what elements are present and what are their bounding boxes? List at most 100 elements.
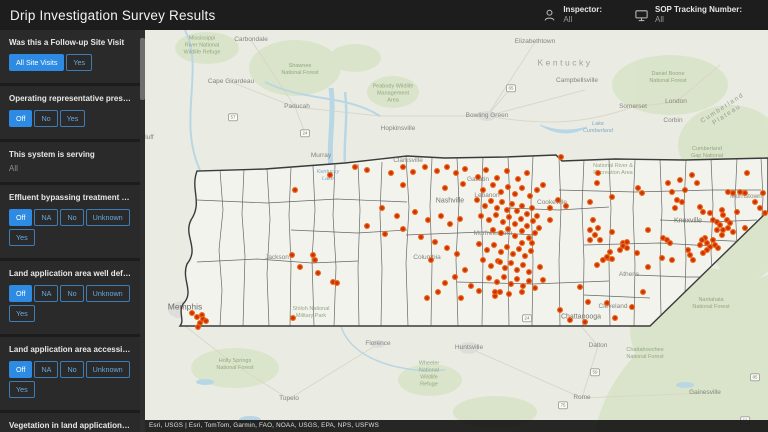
- survey-point[interactable]: [645, 264, 651, 270]
- survey-point[interactable]: [418, 234, 424, 240]
- filter-option-button[interactable]: No: [60, 361, 84, 378]
- survey-point[interactable]: [425, 217, 431, 223]
- survey-point[interactable]: [516, 246, 522, 252]
- survey-point[interactable]: [734, 209, 740, 215]
- filter-option-button[interactable]: Unknown: [85, 285, 130, 302]
- survey-point[interactable]: [595, 225, 601, 231]
- survey-point[interactable]: [512, 191, 518, 197]
- survey-point[interactable]: [327, 172, 333, 178]
- survey-point[interactable]: [490, 182, 496, 188]
- survey-point[interactable]: [412, 209, 418, 215]
- survey-point[interactable]: [682, 187, 688, 193]
- survey-point[interactable]: [435, 289, 441, 295]
- survey-point[interactable]: [462, 267, 468, 273]
- survey-point[interactable]: [679, 199, 685, 205]
- survey-point[interactable]: [515, 176, 521, 182]
- survey-point[interactable]: [509, 201, 515, 207]
- survey-point[interactable]: [530, 218, 536, 224]
- survey-point[interactable]: [540, 277, 546, 283]
- survey-point[interactable]: [519, 240, 525, 246]
- survey-point[interactable]: [292, 187, 298, 193]
- survey-point[interactable]: [444, 245, 450, 251]
- survey-point[interactable]: [512, 221, 518, 227]
- survey-point[interactable]: [432, 239, 438, 245]
- survey-point[interactable]: [494, 205, 500, 211]
- survey-point[interactable]: [453, 170, 459, 176]
- survey-point[interactable]: [364, 167, 370, 173]
- survey-point[interactable]: [434, 168, 440, 174]
- survey-point[interactable]: [488, 198, 494, 204]
- survey-point[interactable]: [690, 257, 696, 263]
- survey-point[interactable]: [519, 185, 525, 191]
- survey-point[interactable]: [497, 259, 503, 265]
- survey-point[interactable]: [597, 237, 603, 243]
- filter-option-button[interactable]: Off: [9, 361, 33, 378]
- survey-point[interactable]: [587, 199, 593, 205]
- survey-point[interactable]: [609, 229, 615, 235]
- survey-point[interactable]: [685, 247, 691, 253]
- survey-point[interactable]: [500, 219, 506, 225]
- survey-point[interactable]: [502, 265, 508, 271]
- survey-point[interactable]: [508, 281, 514, 287]
- survey-point[interactable]: [609, 194, 615, 200]
- survey-point[interactable]: [715, 245, 721, 251]
- filter-option-button[interactable]: Yes: [9, 381, 35, 398]
- survey-point[interactable]: [590, 217, 596, 223]
- survey-point[interactable]: [494, 175, 500, 181]
- survey-point[interactable]: [462, 166, 468, 172]
- survey-point[interactable]: [595, 170, 601, 176]
- survey-point[interactable]: [486, 275, 492, 281]
- survey-point[interactable]: [490, 227, 496, 233]
- filter-option-button[interactable]: NA: [34, 209, 59, 226]
- survey-point[interactable]: [498, 230, 504, 236]
- survey-point[interactable]: [555, 197, 561, 203]
- survey-point[interactable]: [510, 251, 516, 257]
- survey-point[interactable]: [700, 209, 706, 215]
- survey-point[interactable]: [594, 262, 600, 268]
- survey-point[interactable]: [379, 205, 385, 211]
- survey-point[interactable]: [669, 189, 675, 195]
- survey-point[interactable]: [480, 187, 486, 193]
- filter-option-button[interactable]: Off: [9, 285, 33, 302]
- survey-point[interactable]: [424, 295, 430, 301]
- survey-point[interactable]: [760, 190, 766, 196]
- survey-point[interactable]: [506, 291, 512, 297]
- survey-point[interactable]: [315, 270, 321, 276]
- survey-point[interactable]: [534, 187, 540, 193]
- survey-point[interactable]: [512, 233, 518, 239]
- survey-point[interactable]: [474, 197, 480, 203]
- survey-point[interactable]: [476, 288, 482, 294]
- survey-point[interactable]: [519, 289, 525, 295]
- survey-point[interactable]: [524, 170, 530, 176]
- survey-point[interactable]: [557, 307, 563, 313]
- survey-point[interactable]: [527, 193, 533, 199]
- survey-point[interactable]: [707, 210, 713, 216]
- survey-point[interactable]: [458, 295, 464, 301]
- survey-point[interactable]: [528, 248, 534, 254]
- survey-point[interactable]: [532, 285, 538, 291]
- survey-point[interactable]: [659, 255, 665, 261]
- filter-value[interactable]: All: [9, 164, 131, 173]
- survey-point[interactable]: [452, 274, 458, 280]
- filter-option-button[interactable]: Yes: [66, 54, 93, 71]
- survey-point[interactable]: [558, 154, 564, 160]
- survey-point[interactable]: [454, 251, 460, 257]
- survey-point[interactable]: [203, 318, 209, 324]
- survey-point[interactable]: [493, 212, 499, 218]
- survey-point[interactable]: [410, 169, 416, 175]
- survey-point[interactable]: [520, 262, 526, 268]
- survey-point[interactable]: [645, 227, 651, 233]
- filter-option-button[interactable]: All Site Visits: [9, 54, 65, 71]
- survey-point[interactable]: [499, 199, 505, 205]
- survey-point[interactable]: [494, 279, 500, 285]
- survey-point[interactable]: [612, 315, 618, 321]
- survey-point[interactable]: [505, 184, 511, 190]
- survey-point[interactable]: [438, 213, 444, 219]
- survey-point[interactable]: [677, 177, 683, 183]
- survey-point[interactable]: [442, 185, 448, 191]
- survey-point[interactable]: [594, 180, 600, 186]
- survey-point[interactable]: [475, 174, 481, 180]
- survey-point[interactable]: [468, 283, 474, 289]
- survey-point[interactable]: [382, 231, 388, 237]
- survey-point[interactable]: [634, 250, 640, 256]
